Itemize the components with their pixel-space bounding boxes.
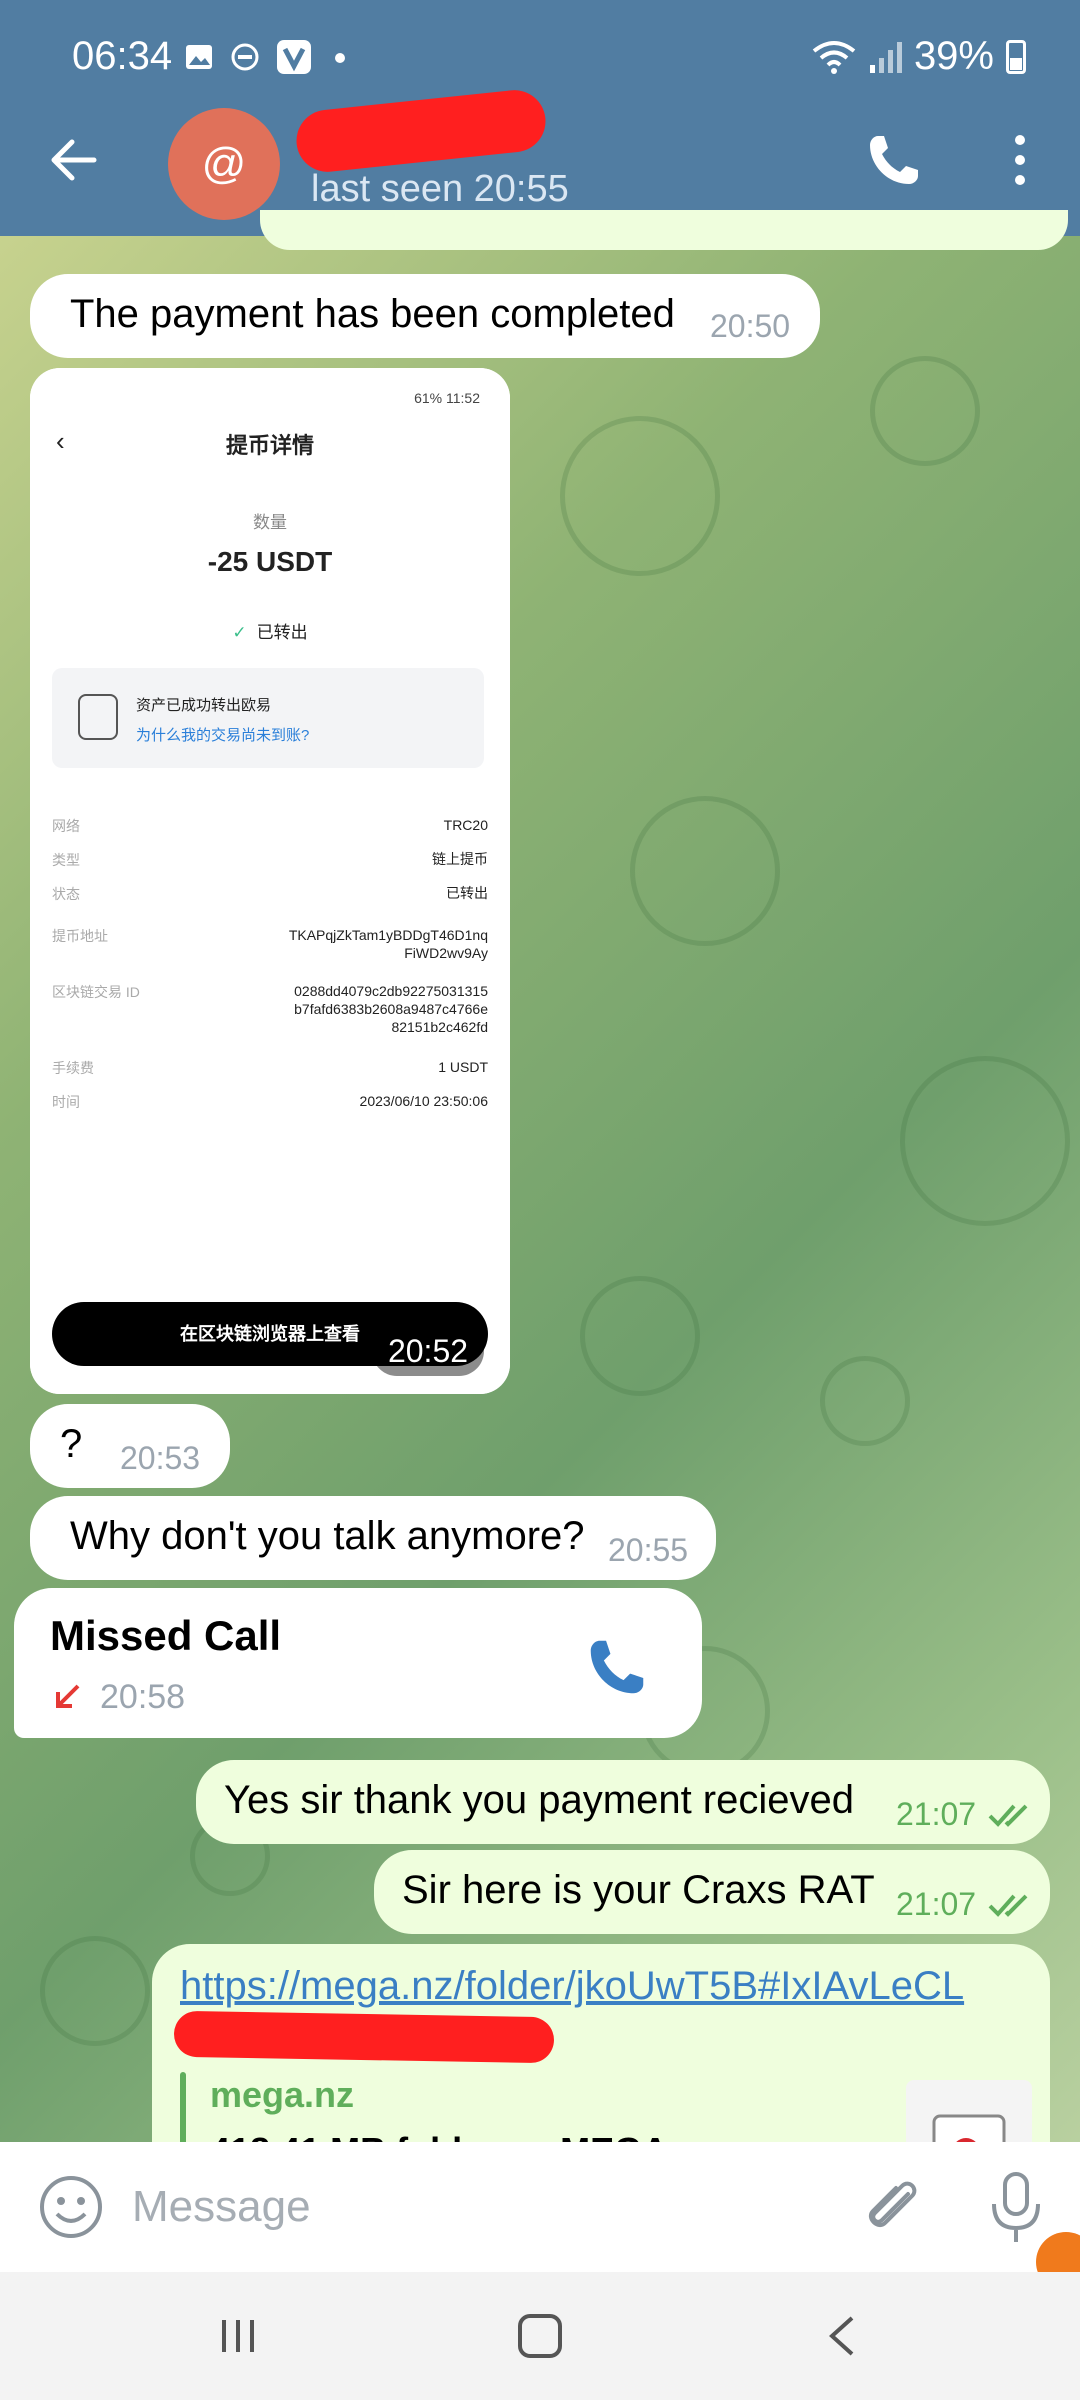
emoji-icon[interactable] bbox=[38, 2174, 104, 2240]
microphone-icon[interactable] bbox=[986, 2168, 1046, 2248]
screenshot-info-card: 资产已成功转出欧易 为什么我的交易尚未到账? bbox=[52, 668, 484, 768]
phone-call-icon[interactable] bbox=[862, 128, 926, 192]
incoming-message-bubble[interactable]: ? 20:53 bbox=[30, 1404, 230, 1488]
previous-message-bubble bbox=[260, 210, 1068, 250]
message-time: 21:07 bbox=[896, 1796, 977, 1832]
home-icon[interactable] bbox=[518, 2314, 562, 2358]
attach-icon[interactable] bbox=[858, 2172, 928, 2242]
row-key: 提币地址 bbox=[52, 928, 108, 944]
phone-callback-icon[interactable] bbox=[582, 1632, 652, 1702]
row-value: 2023/06/10 23:50:06 bbox=[359, 1093, 488, 1109]
missed-call-time: 20:58 bbox=[100, 1678, 186, 1716]
screenshot-amount: -25 USDT bbox=[207, 546, 333, 577]
message-text: Yes sir thank you payment recieved bbox=[224, 1778, 854, 1822]
contact-avatar[interactable]: @ bbox=[168, 108, 280, 220]
message-time: 21:07 bbox=[896, 1886, 977, 1922]
screenshot-title: 提币详情 bbox=[225, 433, 314, 458]
status-bar: 06:34 39% bbox=[0, 0, 1080, 120]
nav-back-icon[interactable] bbox=[822, 2314, 862, 2358]
check-circle-icon: ✓ bbox=[232, 623, 247, 642]
row-key: 网络 bbox=[52, 818, 80, 834]
last-seen-status: last seen 20:55 bbox=[311, 168, 569, 210]
screenshot-card-line2: 为什么我的交易尚未到账? bbox=[136, 727, 310, 744]
row-key: 状态 bbox=[52, 886, 80, 902]
row-value: TRC20 bbox=[443, 817, 488, 833]
row-value: 0288dd4079c2db92275031315 b7fafd6383b260… bbox=[294, 983, 488, 1035]
outgoing-message-bubble[interactable]: Yes sir thank you payment recieved 21:07 bbox=[196, 1760, 1050, 1844]
message-input[interactable] bbox=[132, 2172, 812, 2242]
message-text: Sir here is your Craxs RAT bbox=[402, 1868, 875, 1912]
message-text: Why don't you talk anymore? bbox=[70, 1514, 585, 1558]
screenshot-card-line1: 资产已成功转出欧易 bbox=[136, 697, 272, 714]
row-key: 时间 bbox=[52, 1094, 80, 1110]
screenshot-status: ✓ 已转出 bbox=[30, 618, 510, 643]
message-time: 20:55 bbox=[608, 1532, 689, 1568]
more-options-icon[interactable] bbox=[1000, 128, 1040, 192]
missed-call-bubble[interactable]: Missed Call 20:58 bbox=[14, 1588, 702, 1738]
wifi-icon bbox=[812, 40, 856, 74]
message-input-bar bbox=[0, 2142, 1080, 2272]
back-arrow-icon[interactable] bbox=[44, 130, 104, 190]
missed-call-arrow-icon bbox=[56, 1684, 80, 1708]
battery-percent: 39% bbox=[913, 34, 994, 78]
message-time: 20:50 bbox=[710, 308, 791, 344]
outgoing-message-bubble[interactable]: Sir here is your Craxs RAT 21:07 bbox=[374, 1850, 1050, 1934]
incoming-message-bubble[interactable]: Why don't you talk anymore? 20:55 bbox=[30, 1496, 716, 1580]
signal-icon bbox=[869, 41, 902, 73]
recent-apps-icon[interactable] bbox=[218, 2316, 258, 2356]
dnd-icon bbox=[231, 43, 259, 71]
gallery-icon bbox=[186, 45, 212, 69]
incoming-message-bubble[interactable]: The payment has been completed 20:50 bbox=[30, 274, 820, 358]
read-ticks-icon bbox=[988, 1894, 1028, 1917]
missed-call-title: Missed Call bbox=[50, 1612, 282, 1659]
link-preview-site: mega.nz bbox=[210, 2074, 355, 2115]
screenshot-qty-label: 数量 bbox=[253, 513, 287, 532]
screenshot-status-bar: 61% 11:52 bbox=[414, 390, 480, 406]
screenshot-status-text: 已转出 bbox=[256, 623, 308, 642]
battery-icon bbox=[1006, 39, 1026, 74]
message-text: The payment has been completed bbox=[70, 292, 675, 336]
status-right: 39% bbox=[812, 34, 1026, 79]
read-ticks-icon bbox=[988, 1804, 1028, 1827]
app-v-icon bbox=[277, 40, 311, 74]
hand-coin-icon bbox=[78, 694, 118, 740]
row-value: 已转出 bbox=[446, 885, 488, 901]
row-value: 1 USDT bbox=[438, 1059, 488, 1075]
system-navigation-bar bbox=[0, 2272, 1080, 2400]
chat-header: 06:34 39% @ last seen 20:55 bbox=[0, 0, 1080, 236]
row-value: TKAPqjZkTam1yBDDgT46D1nq FiWD2wv9Ay bbox=[288, 927, 488, 961]
mega-link[interactable]: https://mega.nz/folder/jkoUwT5B#IxIAvLeC… bbox=[180, 1964, 964, 2009]
message-time: 20:53 bbox=[120, 1440, 201, 1476]
row-key: 类型 bbox=[52, 852, 80, 868]
row-key: 手续费 bbox=[52, 1060, 94, 1076]
notification-dot-icon bbox=[335, 53, 345, 63]
row-value: 链上提币 bbox=[432, 851, 488, 867]
image-message-bubble[interactable]: 61% 11:52 ‹ 提币详情 数量 -25 USDT ✓ 已转出 资产已成功转… bbox=[30, 368, 510, 1394]
status-time: 06:34 bbox=[72, 34, 173, 78]
image-time: 20:52 bbox=[372, 1326, 484, 1376]
row-key: 区块链交易 ID bbox=[52, 984, 140, 1000]
redacted-text bbox=[173, 2010, 555, 2064]
message-text: ? bbox=[60, 1422, 83, 1466]
transaction-screenshot: 61% 11:52 ‹ 提币详情 数量 -25 USDT ✓ 已转出 资产已成功转… bbox=[30, 368, 510, 1394]
